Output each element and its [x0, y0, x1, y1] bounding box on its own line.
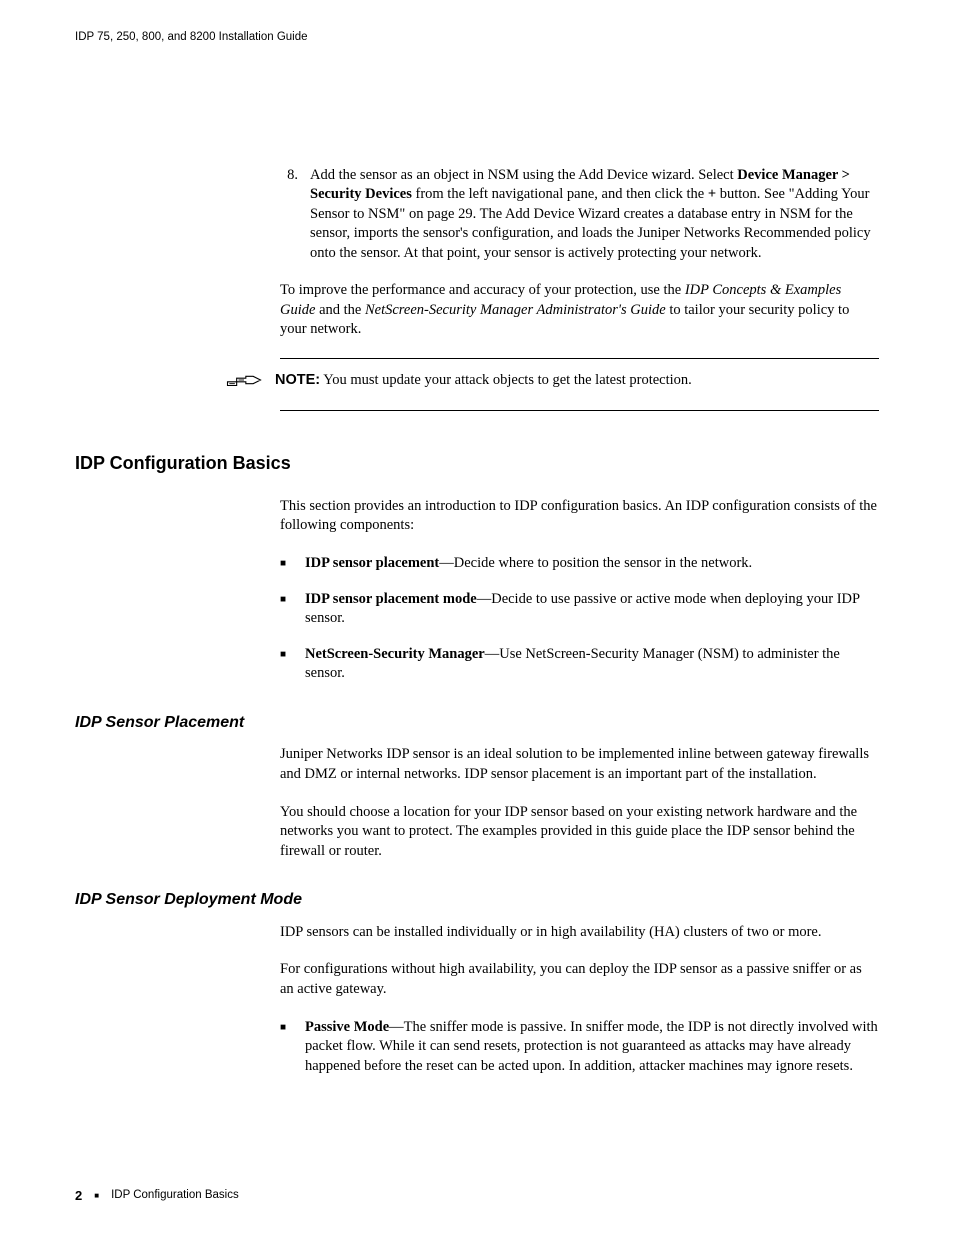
note-text: NOTE: You must update your attack object…: [275, 371, 879, 391]
list-item: ■ IDP sensor placement mode—Decide to us…: [280, 590, 879, 629]
step-number: 8.: [280, 166, 298, 264]
paragraph: This section provides an introduction to…: [280, 497, 879, 536]
text: —Decide where to position the sensor in …: [439, 555, 752, 571]
bullet-icon: ■: [280, 1018, 290, 1077]
note-label: NOTE:: [275, 372, 320, 388]
running-header: IDP 75, 250, 800, and 8200 Installation …: [75, 30, 879, 46]
list-item: ■ NetScreen-Security Manager—Use NetScre…: [280, 645, 879, 684]
bold-text: NetScreen-Security Manager: [305, 646, 485, 662]
italic-text: NetScreen-Security Manager Administrator…: [365, 302, 666, 318]
bullet-icon: ■: [280, 590, 290, 629]
heading-2: IDP Sensor Deployment Mode: [75, 889, 879, 911]
bold-text: +: [708, 186, 716, 202]
page-footer: 2 ■ IDP Configuration Basics: [75, 1187, 239, 1205]
bullet-icon: ■: [280, 554, 290, 574]
step-8: 8. Add the sensor as an object in NSM us…: [280, 166, 879, 264]
paragraph: IDP sensors can be installed individuall…: [280, 923, 879, 943]
bullet-icon: ■: [94, 1191, 99, 1202]
page-number: 2: [75, 1187, 82, 1205]
text: —The sniffer mode is passive. In sniffer…: [305, 1019, 878, 1074]
note-hand-icon: [225, 369, 263, 398]
bullet-list: ■ IDP sensor placement—Decide where to p…: [280, 554, 879, 684]
text: Add the sensor as an object in NSM using…: [310, 167, 737, 183]
text: To improve the performance and accuracy …: [280, 282, 685, 298]
text: You must update your attack objects to g…: [320, 372, 692, 388]
heading-1: IDP Configuration Basics: [75, 451, 879, 475]
list-item: ■ Passive Mode—The sniffer mode is passi…: [280, 1018, 879, 1077]
paragraph: You should choose a location for your ID…: [280, 803, 879, 862]
bold-text: Passive Mode: [305, 1019, 389, 1035]
list-body: Passive Mode—The sniffer mode is passive…: [305, 1018, 879, 1077]
section-content: This section provides an introduction to…: [280, 497, 879, 684]
bold-text: IDP sensor placement mode: [305, 591, 477, 607]
list-body: IDP sensor placement—Decide where to pos…: [305, 554, 879, 574]
list-item: ■ IDP sensor placement—Decide where to p…: [280, 554, 879, 574]
paragraph: Juniper Networks IDP sensor is an ideal …: [280, 745, 879, 784]
bullet-icon: ■: [280, 645, 290, 684]
list-body: IDP sensor placement mode—Decide to use …: [305, 590, 879, 629]
page: IDP 75, 250, 800, and 8200 Installation …: [0, 0, 954, 1235]
bold-text: IDP sensor placement: [305, 555, 439, 571]
section-content: Juniper Networks IDP sensor is an ideal …: [280, 745, 879, 861]
heading-2: IDP Sensor Placement: [75, 712, 879, 734]
footer-section: IDP Configuration Basics: [111, 1188, 239, 1204]
bullet-list: ■ Passive Mode—The sniffer mode is passi…: [280, 1018, 879, 1077]
text: and the: [315, 302, 365, 318]
text: from the left navigational pane, and the…: [412, 186, 708, 202]
step-body: Add the sensor as an object in NSM using…: [310, 166, 879, 264]
paragraph: To improve the performance and accuracy …: [280, 281, 879, 340]
paragraph: For configurations without high availabi…: [280, 960, 879, 999]
list-body: NetScreen-Security Manager—Use NetScreen…: [305, 645, 879, 684]
section-content: IDP sensors can be installed individuall…: [280, 923, 879, 1076]
divider: [280, 410, 879, 411]
main-content: 8. Add the sensor as an object in NSM us…: [280, 166, 879, 411]
note-block: NOTE: You must update your attack object…: [280, 358, 879, 411]
